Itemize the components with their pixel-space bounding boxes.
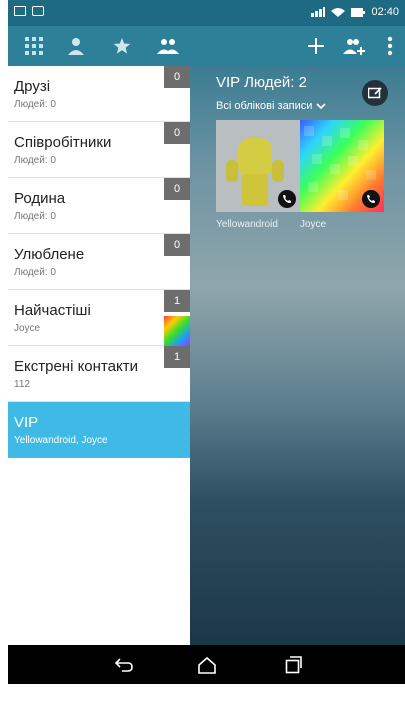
phone-icon	[367, 195, 375, 203]
contact-name: Yellowandroid	[216, 219, 278, 230]
recents-icon	[285, 656, 302, 674]
back-button[interactable]	[112, 653, 136, 677]
battery-icon	[351, 7, 366, 17]
group-subtitle: 112	[14, 379, 30, 390]
group-name: Співробітники	[14, 134, 112, 151]
group-subtitle: Yellowandroid, Joyce	[14, 435, 108, 446]
group-name: Друзі	[14, 78, 51, 95]
group-name: VIP	[14, 414, 39, 431]
phone-icon	[283, 195, 291, 203]
group-item-emergency[interactable]: Екстрені контакти 112 1	[8, 346, 190, 402]
group-name: Родина	[14, 190, 66, 207]
recents-button[interactable]	[282, 653, 306, 677]
call-button[interactable]	[362, 190, 380, 208]
star-icon[interactable]	[110, 34, 134, 58]
group-count-badge: 0	[164, 66, 190, 88]
group-count-badge: 1	[164, 290, 190, 312]
notification-icon	[14, 6, 26, 16]
group-count-badge: 0	[164, 234, 190, 256]
content-area: Друзі Людей: 0 0 Співробітники Людей: 0 …	[8, 66, 405, 645]
edit-group-button[interactable]	[362, 80, 388, 106]
status-time: 02:40	[371, 6, 399, 18]
edit-icon	[368, 87, 382, 99]
group-count-badge: 0	[164, 178, 190, 200]
group-subtitle: Людей: 0	[14, 99, 56, 110]
add-icon[interactable]	[304, 34, 328, 58]
apps-grid-icon[interactable]	[22, 34, 46, 58]
add-group-icon[interactable]	[342, 34, 366, 58]
group-count-badge: 1	[164, 346, 190, 368]
group-item-friends[interactable]: Друзі Людей: 0 0	[8, 66, 190, 122]
accounts-dropdown[interactable]: Всі облікові записи	[216, 100, 327, 112]
groups-icon[interactable]	[156, 34, 180, 58]
call-button[interactable]	[278, 190, 296, 208]
contact-card[interactable]	[216, 120, 300, 212]
group-item-vip[interactable]: VIP Yellowandroid, Joyce	[8, 402, 190, 458]
home-button[interactable]	[195, 653, 219, 677]
contact-card[interactable]	[300, 120, 384, 212]
wifi-icon	[331, 8, 346, 17]
person-icon[interactable]	[64, 34, 88, 58]
navigation-bar	[8, 645, 405, 684]
signal-icon	[311, 7, 326, 17]
contact-thumbnail	[164, 316, 190, 346]
group-name: Улюблене	[14, 246, 85, 263]
back-icon	[114, 658, 133, 672]
accounts-label: Всі облікові записи	[216, 100, 313, 112]
notification-icon	[32, 6, 44, 16]
group-item-favorites[interactable]: Улюблене Людей: 0 0	[8, 234, 190, 290]
group-subtitle: Joyce	[14, 323, 41, 334]
group-name: Найчастіші	[14, 302, 91, 319]
contact-name: Joyce	[300, 219, 327, 230]
group-subtitle: Людей: 0	[14, 267, 56, 278]
groups-list: Друзі Людей: 0 0 Співробітники Людей: 0 …	[8, 66, 190, 645]
status-bar: 02:40	[8, 0, 405, 26]
home-icon	[198, 656, 216, 674]
group-item-family[interactable]: Родина Людей: 0 0	[8, 178, 190, 234]
vip-title: VIP Людей: 2	[216, 74, 307, 91]
app-window: 02:40 Друзі Людей: 0 0 Співробітники Люд…	[8, 0, 405, 684]
group-subtitle: Людей: 0	[14, 155, 56, 166]
more-vert-icon[interactable]	[378, 34, 402, 58]
toolbar	[8, 26, 405, 66]
group-item-coworkers[interactable]: Співробітники Людей: 0 0	[8, 122, 190, 178]
group-item-frequent[interactable]: Найчастіші Joyce 1	[8, 290, 190, 346]
group-subtitle: Людей: 0	[14, 211, 56, 222]
group-name: Екстрені контакти	[14, 358, 138, 375]
chevron-down-icon	[316, 102, 327, 109]
group-count-badge: 0	[164, 122, 190, 144]
